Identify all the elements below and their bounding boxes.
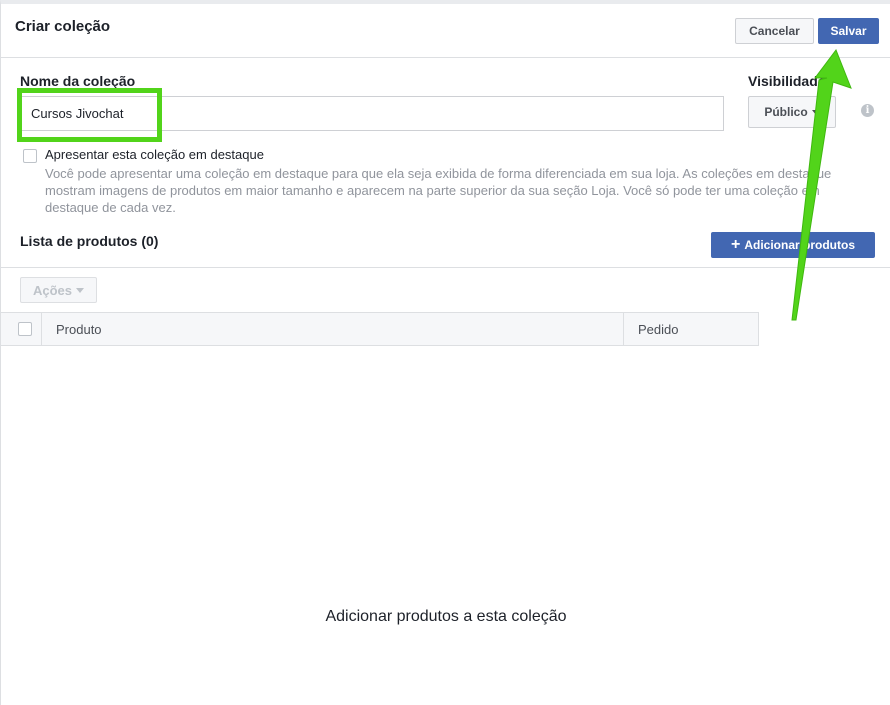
info-icon[interactable]: i <box>861 104 874 117</box>
featured-description: Você pode apresentar uma coleção em dest… <box>45 166 832 215</box>
dialog-title: Criar coleção <box>15 18 111 35</box>
visibility-value: Público <box>764 105 808 119</box>
add-products-button[interactable]: + Adicionar produtos <box>711 232 875 258</box>
featured-checkbox[interactable] <box>23 149 37 163</box>
actions-label: Ações <box>32 282 73 298</box>
product-table-header: Produto Pedido <box>1 312 759 346</box>
column-separator <box>41 313 42 345</box>
plus-icon: + <box>730 236 741 253</box>
select-all-checkbox[interactable] <box>18 322 32 336</box>
cancel-button[interactable]: Cancelar <box>735 18 814 44</box>
featured-label: Apresentar esta coleção em destaque <box>45 147 264 162</box>
visibility-dropdown[interactable]: Público <box>748 96 836 128</box>
section-divider <box>1 267 890 268</box>
add-products-label: Adicionar produtos <box>744 238 855 252</box>
product-list-title: Lista de produtos (0) <box>20 233 159 249</box>
column-header-order[interactable]: Pedido <box>638 322 678 337</box>
save-button[interactable]: Salvar <box>818 18 879 44</box>
collection-name-input[interactable] <box>20 96 724 131</box>
chevron-down-icon <box>811 109 820 115</box>
empty-state-message: Adicionar produtos a esta coleção <box>325 608 567 625</box>
dialog-header: Criar coleção Cancelar Salvar <box>1 4 890 58</box>
column-header-product[interactable]: Produto <box>56 322 102 337</box>
actions-dropdown[interactable]: Ações <box>20 277 97 303</box>
create-collection-dialog: Criar coleção Cancelar Salvar Nome da co… <box>0 0 890 705</box>
column-separator <box>623 313 624 345</box>
collection-name-label: Nome da coleção <box>20 73 136 89</box>
chevron-down-icon <box>76 287 85 293</box>
visibility-label: Visibilidade <box>748 73 826 89</box>
